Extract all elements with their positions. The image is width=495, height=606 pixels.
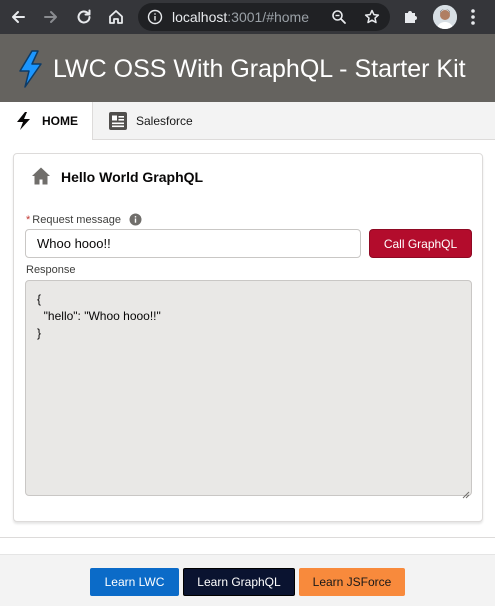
url-text: localhost:3001/#home [172, 9, 309, 25]
browser-toolbar: localhost:3001/#home [0, 0, 495, 34]
lightning-icon [15, 111, 33, 136]
response-textarea[interactable]: { "hello": "Whoo hooo!!" } [25, 280, 472, 496]
lwc-logo-icon [17, 50, 45, 93]
record-icon[interactable] [108, 111, 128, 136]
resize-handle-icon[interactable] [462, 486, 470, 504]
bookmark-star-icon[interactable] [363, 8, 381, 31]
required-marker: * [26, 214, 31, 226]
forward-arrow-icon[interactable] [39, 5, 63, 29]
address-bar[interactable]: localhost:3001/#home [138, 3, 390, 31]
home-icon [31, 166, 51, 191]
home-icon[interactable] [104, 5, 128, 29]
app-title: LWC OSS With GraphQL - Starter Kit [53, 55, 466, 83]
request-message-label: * Request message [26, 214, 121, 226]
tab-salesforce[interactable]: Salesforce [136, 114, 193, 128]
site-info-icon[interactable] [147, 9, 163, 30]
tab-home[interactable]: HOME [0, 102, 93, 140]
tab-home-label: HOME [42, 114, 78, 128]
browser-menu-icon[interactable] [470, 7, 476, 32]
hello-world-card: Hello World GraphQL *Request message Cal… [13, 153, 483, 522]
tab-bar: HOME Salesforce [0, 102, 495, 140]
zoom-icon[interactable] [331, 9, 347, 30]
back-arrow-icon[interactable] [6, 5, 30, 29]
url-path: :3001/#home [227, 9, 309, 25]
learn-jsforce-button[interactable]: Learn JSForce [299, 568, 405, 596]
footer: Learn LWC Learn GraphQL Learn JSForce [0, 554, 495, 606]
response-label: Response [26, 264, 76, 276]
request-label-text: Request message [32, 214, 121, 226]
learn-graphql-button[interactable]: Learn GraphQL [183, 568, 295, 596]
learn-lwc-button[interactable]: Learn LWC [90, 568, 179, 596]
extensions-puzzle-icon[interactable] [402, 7, 420, 30]
divider [0, 537, 495, 538]
url-host: localhost [172, 9, 228, 25]
request-message-input[interactable] [25, 229, 361, 258]
reload-icon[interactable] [72, 5, 96, 29]
card-title: Hello World GraphQL [61, 169, 204, 185]
profile-avatar[interactable] [433, 5, 457, 29]
call-graphql-button[interactable]: Call GraphQL [369, 229, 472, 258]
